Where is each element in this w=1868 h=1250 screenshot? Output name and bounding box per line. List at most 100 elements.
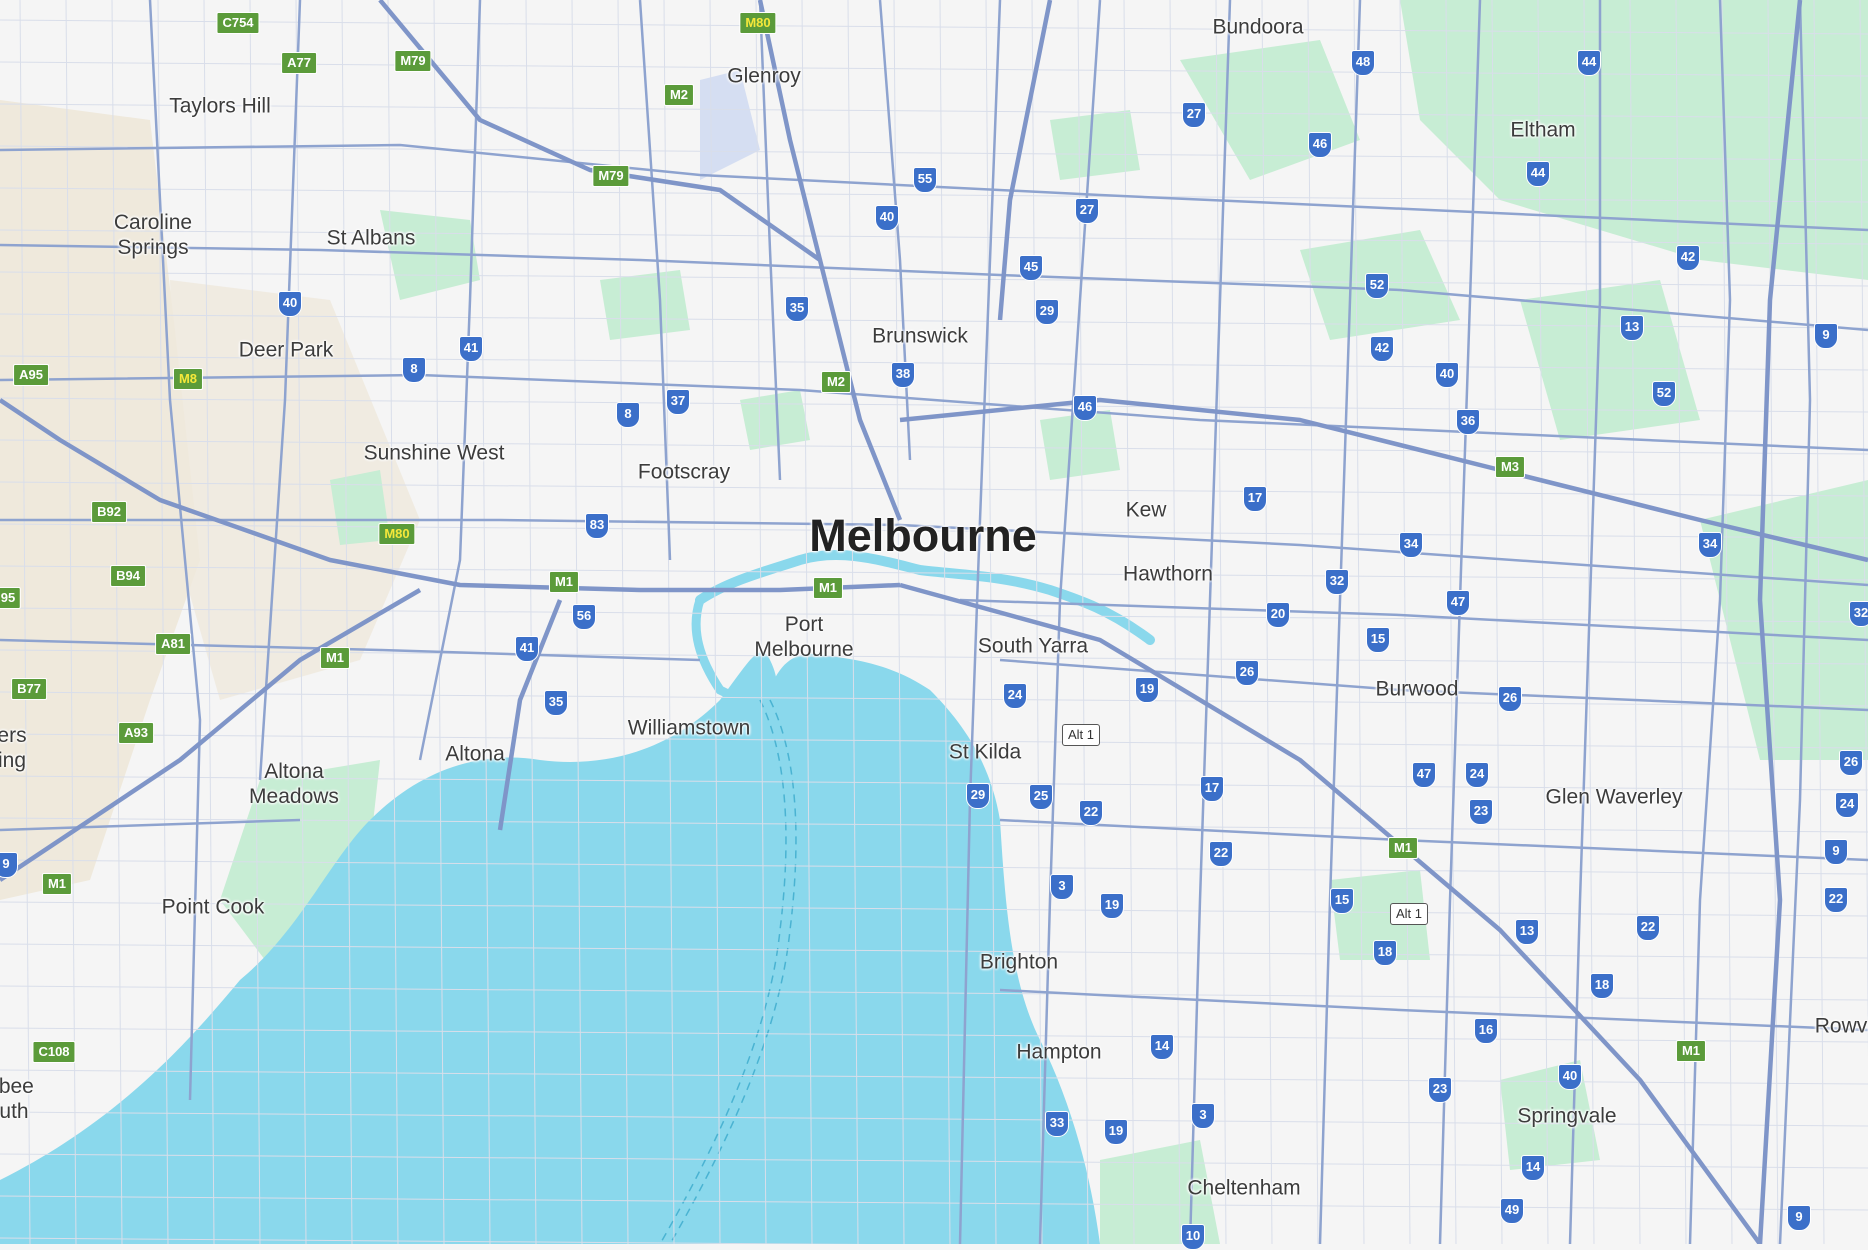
arterial-road — [1318, 0, 1362, 1244]
freeway-shield: A93 — [118, 722, 154, 744]
route-shield: 26 — [1839, 750, 1863, 776]
route-shield: 24 — [1835, 792, 1859, 818]
freeway-shield: B92 — [91, 501, 127, 523]
route-shield: 18 — [1373, 940, 1397, 966]
freeway-shield: M79 — [394, 50, 432, 72]
alt-route-shield: Alt 1 — [1389, 903, 1429, 925]
route-shield: 10 — [1181, 1224, 1205, 1250]
route-shield: 26 — [1235, 660, 1259, 686]
route-shield: 41 — [459, 336, 483, 362]
route-shield: 19 — [1104, 1119, 1128, 1145]
freeway-shield: M1 — [1387, 837, 1419, 859]
place-label: Brighton — [979, 950, 1059, 974]
place-label: Deer Park — [238, 338, 334, 362]
freeway-shield: M80 — [378, 523, 416, 545]
minor-street — [1169, 0, 1181, 1244]
park-area — [740, 390, 810, 450]
route-shield: 14 — [1521, 1155, 1545, 1181]
route-shield: 35 — [544, 690, 568, 716]
route-shield: 52 — [1652, 381, 1676, 407]
park-area — [1700, 480, 1868, 760]
route-shield: 34 — [1698, 532, 1722, 558]
route-shield: 8 — [616, 402, 640, 428]
place-label: Footscray — [637, 460, 731, 484]
place-label: Sunshine West — [363, 441, 505, 465]
route-shield: 25 — [1029, 784, 1053, 810]
place-label: Brunswick — [872, 324, 968, 348]
place-label: St Albans — [326, 226, 416, 250]
route-shield: 44 — [1577, 50, 1601, 76]
place-label: Altona Meadows — [249, 760, 339, 808]
freeway-shield: M2 — [663, 84, 695, 106]
route-shield: 42 — [1676, 245, 1700, 271]
route-shield: 46 — [1308, 132, 1332, 158]
route-shield: 9 — [1814, 323, 1838, 349]
arterial-road — [999, 988, 1868, 1032]
park-area — [600, 270, 690, 340]
freeway-shield: M2 — [820, 371, 852, 393]
route-shield: 29 — [1035, 299, 1059, 325]
route-shield: 27 — [1182, 102, 1206, 128]
place-label: Caroline Springs — [113, 211, 193, 259]
route-shield: 24 — [1003, 683, 1027, 709]
route-shield: 9 — [1824, 839, 1848, 865]
route-shield: 16 — [1474, 1018, 1498, 1044]
place-label: Hawthorn — [1123, 562, 1213, 586]
freeway-shield: A95 — [13, 364, 49, 386]
route-shield: 19 — [1135, 677, 1159, 703]
park-area — [1050, 110, 1140, 180]
route-shield: 55 — [913, 167, 937, 193]
route-shield: 46 — [1073, 395, 1097, 421]
place-label: Hampton — [1016, 1040, 1102, 1064]
route-shield: 22 — [1636, 915, 1660, 941]
place-label: Williamstown — [627, 716, 751, 740]
place-label: ibee uth — [0, 1075, 34, 1123]
route-shield: 3 — [1050, 874, 1074, 900]
route-shield: 40 — [1558, 1064, 1582, 1090]
route-shield: 32 — [1325, 569, 1349, 595]
route-shield: 49 — [1500, 1198, 1524, 1224]
place-label: St Kilda — [948, 740, 1022, 764]
route-shield: 27 — [1075, 198, 1099, 224]
route-shield: 37 — [666, 389, 690, 415]
route-shield: 83 — [585, 513, 609, 539]
place-label: Taylors Hill — [169, 94, 271, 118]
route-shield: 24 — [1465, 762, 1489, 788]
route-shield: 40 — [875, 205, 899, 231]
arterial-road — [999, 818, 1868, 862]
route-shield: 23 — [1428, 1077, 1452, 1103]
route-shield: 3 — [1191, 1103, 1215, 1129]
route-shield: 35 — [785, 296, 809, 322]
route-shield: 42 — [1370, 336, 1394, 362]
route-shield: 15 — [1366, 627, 1390, 653]
park-area — [1520, 280, 1700, 440]
map-canvas[interactable]: Melbourne Bundoora Glenroy Taylors Hill Elt… — [0, 0, 1868, 1250]
place-label: Cheltenham — [1187, 1176, 1301, 1200]
route-shield: 9 — [0, 852, 18, 878]
route-shield: 18 — [1590, 973, 1614, 999]
arterial-road — [418, 0, 482, 761]
route-shield: 40 — [278, 291, 302, 317]
freeway-shield: M1 — [1675, 1040, 1707, 1062]
route-shield: 38 — [891, 362, 915, 388]
route-shield: 32 — [1849, 601, 1868, 627]
minor-street — [1399, 0, 1411, 1244]
route-shield: 56 — [572, 604, 596, 630]
minor-street — [0, 271, 1868, 287]
place-label: Kew — [1125, 498, 1167, 522]
place-label: Burwood — [1375, 677, 1459, 701]
route-shield: 22 — [1079, 800, 1103, 826]
route-shield: 34 — [1399, 532, 1423, 558]
route-shield: 26 — [1498, 686, 1522, 712]
route-shield: 52 — [1365, 273, 1389, 299]
freeway-shield: M1 — [548, 571, 580, 593]
freeway-shield: 95 — [0, 587, 22, 609]
route-shield: 14 — [1150, 1034, 1174, 1060]
place-label: Bundoora — [1212, 15, 1304, 39]
route-shield: 13 — [1620, 315, 1644, 341]
route-shield: 45 — [1019, 255, 1043, 281]
place-label: Altona — [445, 742, 505, 766]
route-shield: 48 — [1351, 50, 1375, 76]
route-shield: 33 — [1045, 1111, 1069, 1137]
place-label: Port Melbourne — [754, 613, 854, 661]
